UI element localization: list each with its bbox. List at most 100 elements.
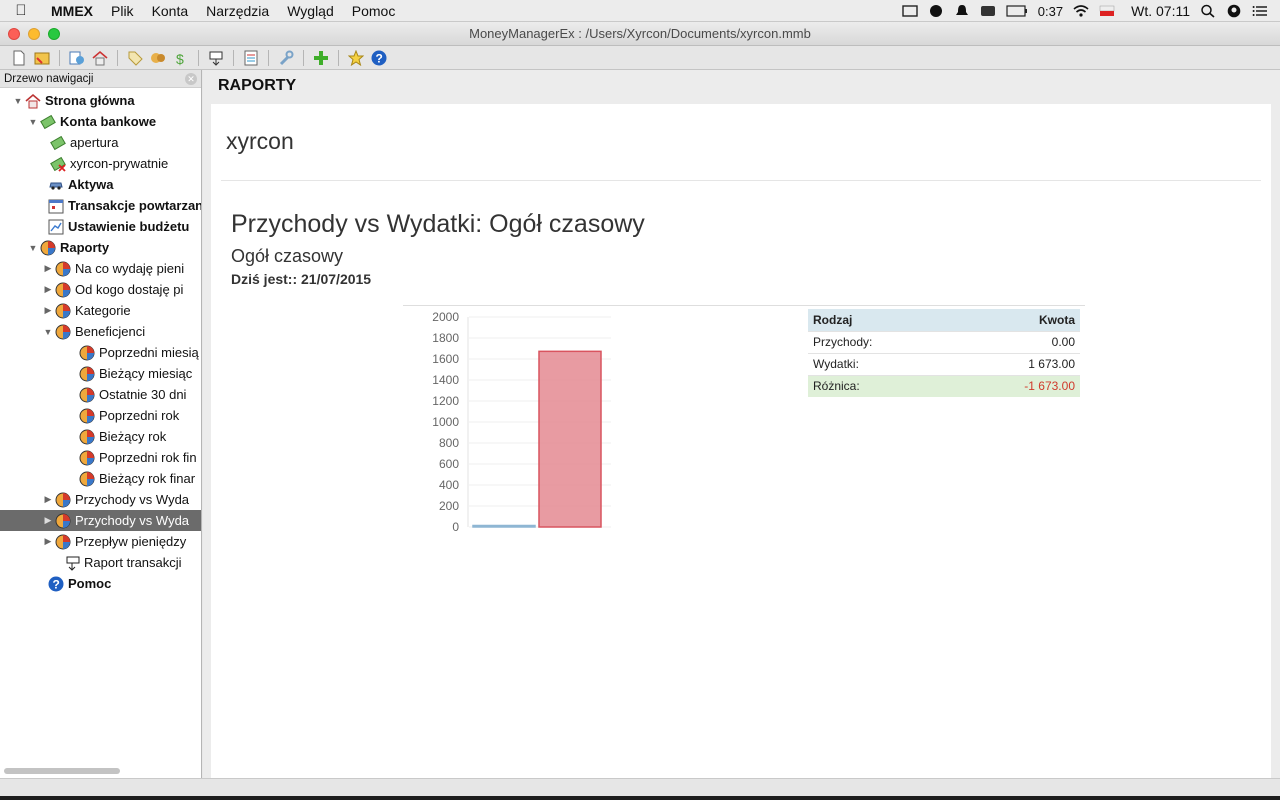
nav-item-help[interactable]: ? Pomoc — [0, 573, 201, 594]
add-transaction-icon[interactable] — [312, 49, 330, 67]
nav-item-payees-previous-month[interactable]: Poprzedni miesią — [0, 342, 201, 363]
nav-item-label: Raport transakcji — [84, 555, 182, 570]
currency-icon[interactable]: $ — [172, 49, 190, 67]
collapse-triangle-icon[interactable]: ▼ — [26, 117, 40, 127]
menu-wyglad[interactable]: Wygląd — [278, 3, 343, 19]
battery-icon[interactable] — [1006, 4, 1028, 18]
zoom-window-button[interactable] — [48, 28, 60, 40]
user-icon[interactable] — [1226, 4, 1242, 18]
nav-item-report-categories[interactable]: ▶ Kategorie — [0, 300, 201, 321]
collapse-triangle-icon[interactable]: ▼ — [41, 327, 55, 337]
new-file-icon[interactable] — [10, 49, 28, 67]
display-icon[interactable] — [902, 4, 918, 18]
tag-icon[interactable] — [126, 49, 144, 67]
settings-wrench-icon[interactable] — [277, 49, 295, 67]
nav-item-label: Od kogo dostaję pi — [75, 282, 184, 297]
expand-triangle-icon[interactable]: ▶ — [41, 536, 55, 547]
nav-item-report-income-sources[interactable]: ▶ Od kogo dostaję pi — [0, 279, 201, 300]
summary-row-income: Przychody: 0.00 — [808, 330, 1080, 353]
svg-text:$: $ — [176, 51, 184, 66]
favorite-star-icon[interactable] — [347, 49, 365, 67]
nav-item-payees-current-month[interactable]: Bieżący miesiąc — [0, 363, 201, 384]
nav-item-payees-previous-year[interactable]: Poprzedni rok — [0, 405, 201, 426]
keyboard-icon[interactable] — [980, 4, 996, 18]
money-icon — [40, 114, 56, 130]
nav-horizontal-scrollbar[interactable] — [4, 768, 120, 774]
nav-item-report-income-vs-expenses-all-time[interactable]: ▶ Przychody vs Wyda — [0, 510, 201, 531]
nav-item-report-cash-flow[interactable]: ▶ Przepływ pieniędzy — [0, 531, 201, 552]
title-bar[interactable]: MoneyManagerEx : /Users/Xyrcon/Documents… — [0, 22, 1280, 46]
expand-triangle-icon[interactable]: ▶ — [41, 515, 55, 526]
nav-item-account-apertura[interactable]: apertura — [0, 132, 201, 153]
close-icon[interactable]: ✕ — [185, 73, 197, 85]
nav-item-report-payees[interactable]: ▼ Beneficjenci — [0, 321, 201, 342]
nav-item-label: Ostatnie 30 dni — [99, 387, 187, 402]
notification-list-icon[interactable] — [1252, 4, 1268, 18]
nav-item-label: Poprzedni rok — [99, 408, 180, 423]
nav-item-label: Bieżący rok finar — [99, 471, 196, 486]
pie-chart-icon — [55, 513, 71, 529]
column-header-type: Rodzaj — [808, 309, 954, 331]
nav-item-bank-accounts[interactable]: ▼ Konta bankowe — [0, 111, 201, 132]
bar-wydatki[interactable] — [538, 350, 602, 528]
nav-item-report-spending[interactable]: ▶ Na co wydaję pieni — [0, 258, 201, 279]
menu-app[interactable]: MMEX — [42, 3, 102, 19]
help-icon: ? — [48, 576, 64, 592]
flag-pl-icon[interactable] — [1099, 4, 1115, 18]
new-account-icon[interactable] — [68, 49, 86, 67]
nav-item-recurring-transactions[interactable]: Transakcje powtarzan — [0, 195, 201, 216]
chat-icon[interactable] — [928, 4, 944, 18]
close-window-button[interactable] — [8, 28, 20, 40]
pie-chart-icon — [55, 534, 71, 550]
expand-triangle-icon[interactable]: ▶ — [41, 494, 55, 505]
open-file-icon[interactable] — [33, 49, 51, 67]
clock[interactable]: Wt. 07:11 — [1131, 3, 1190, 19]
battery-time: 0:37 — [1037, 3, 1064, 19]
collapse-triangle-icon[interactable]: ▼ — [26, 243, 40, 253]
divider — [221, 180, 1261, 181]
budget-chart-icon — [48, 219, 64, 235]
nav-item-payees-previous-fin-year[interactable]: Poprzedni rok fin — [0, 447, 201, 468]
menu-pomoc[interactable]: Pomoc — [343, 3, 405, 19]
nav-item-budget-setup[interactable]: Ustawienie budżetu — [0, 216, 201, 237]
minimize-window-button[interactable] — [28, 28, 40, 40]
nav-item-account-xyrcon-prywatnie[interactable]: xyrcon-prywatnie — [0, 153, 201, 174]
search-icon[interactable] — [1200, 4, 1216, 18]
app-window: MoneyManagerEx : /Users/Xyrcon/Documents… — [0, 22, 1280, 796]
report-panel-header: RAPORTY — [218, 77, 297, 94]
expand-triangle-icon[interactable]: ▶ — [41, 305, 55, 316]
expand-triangle-icon[interactable]: ▶ — [41, 284, 55, 295]
nav-item-label: xyrcon-prywatnie — [70, 156, 169, 171]
nav-item-label: apertura — [70, 135, 119, 150]
wifi-icon[interactable] — [1073, 4, 1089, 18]
nav-item-assets[interactable]: Aktywa — [0, 174, 201, 195]
apple-icon[interactable]:  — [0, 2, 42, 19]
menu-narzedzia[interactable]: Narzędzia — [197, 3, 278, 19]
bell-icon[interactable] — [954, 4, 970, 18]
menu-konta[interactable]: Konta — [143, 3, 198, 19]
help-icon[interactable]: ? — [370, 49, 388, 67]
report-panel: RAPORTY xyrcon Przychody vs Wydatki: Ogó… — [203, 70, 1280, 778]
nav-item-payees-current-fin-year[interactable]: Bieżący rok finar — [0, 468, 201, 489]
nav-item-label: Konta bankowe — [60, 114, 157, 129]
nav-item-label: Strona główna — [45, 93, 135, 108]
budget-icon[interactable] — [242, 49, 260, 67]
pie-chart-icon — [79, 450, 95, 466]
nav-item-payees-current-year[interactable]: Bieżący rok — [0, 426, 201, 447]
payees-icon[interactable] — [149, 49, 167, 67]
nav-item-transaction-report[interactable]: Raport transakcji — [0, 552, 201, 573]
nav-item-label: Poprzedni miesią — [99, 345, 199, 360]
nav-item-home[interactable]: ▼ Strona główna — [0, 90, 201, 111]
nav-item-label: Na co wydaję pieni — [75, 261, 185, 276]
nav-item-report-income-vs-expenses[interactable]: ▶ Przychody vs Wyda — [0, 489, 201, 510]
menu-plik[interactable]: Plik — [102, 3, 143, 19]
nav-item-label: Poprzedni rok fin — [99, 450, 197, 465]
summary-label: Różnica: — [808, 374, 954, 397]
transaction-report-icon[interactable] — [207, 49, 225, 67]
collapse-triangle-icon[interactable]: ▼ — [11, 96, 25, 106]
bar-przychody[interactable] — [472, 524, 536, 528]
nav-item-reports[interactable]: ▼ Raporty — [0, 237, 201, 258]
home-icon[interactable] — [91, 49, 109, 67]
nav-item-payees-last-30-days[interactable]: Ostatnie 30 dni — [0, 384, 201, 405]
expand-triangle-icon[interactable]: ▶ — [41, 263, 55, 274]
